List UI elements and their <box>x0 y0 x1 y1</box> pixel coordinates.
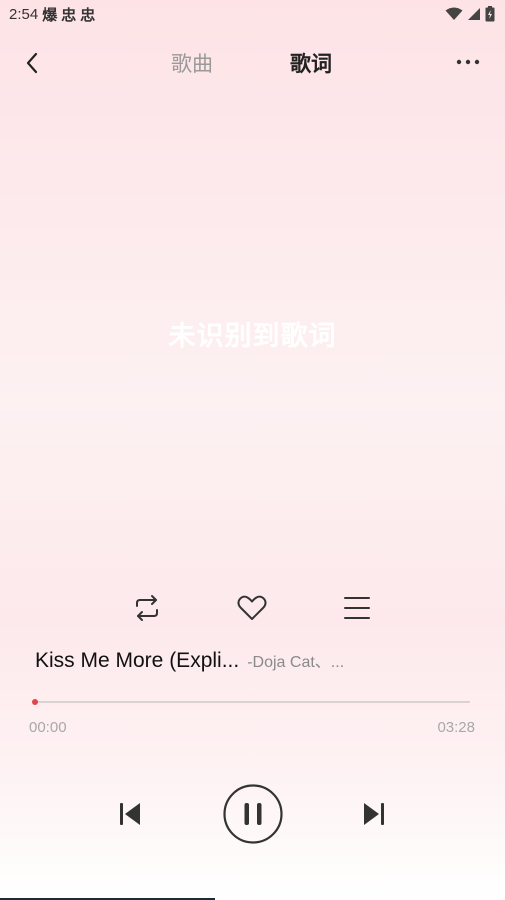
signal-icon <box>468 8 480 20</box>
no-lyrics-message: 未识别到歌词 <box>168 321 337 352</box>
wifi-icon <box>445 7 463 20</box>
battery-icon <box>485 6 495 22</box>
heart-icon <box>237 595 267 620</box>
repeat-icon <box>136 595 158 621</box>
notification-icon: 忠 <box>80 5 96 24</box>
song-artist[interactable]: -Doja Cat、... <box>247 648 344 672</box>
skip-previous-icon <box>120 803 140 825</box>
action-row <box>0 590 505 626</box>
song-title[interactable]: Kiss Me More (Expli... <box>35 649 239 673</box>
notification-icon: 爆 <box>42 5 58 24</box>
repeat-button[interactable] <box>129 590 165 626</box>
back-button[interactable] <box>20 50 46 76</box>
notification-icon: 忠 <box>61 5 77 24</box>
list-icon <box>344 597 370 619</box>
current-time: 00:00 <box>29 719 67 736</box>
song-info: Kiss Me More (Expli... -Doja Cat、... <box>35 648 475 678</box>
status-time: 2:54 <box>9 5 39 23</box>
more-horizontal-icon <box>456 59 480 65</box>
chevron-left-icon <box>26 52 38 74</box>
progress-knob[interactable] <box>32 699 38 705</box>
pause-icon <box>223 784 283 844</box>
status-right <box>445 6 495 22</box>
skip-next-icon <box>364 803 384 825</box>
tab-lyrics[interactable]: 歌词 <box>290 48 332 78</box>
progress-track <box>35 701 470 703</box>
like-button[interactable] <box>234 590 270 626</box>
play-pause-button[interactable] <box>222 783 284 845</box>
previous-button[interactable] <box>117 800 143 828</box>
progress-bar[interactable] <box>32 699 470 705</box>
status-bar: 2:54 爆 忠 忠 <box>0 0 505 28</box>
top-bar: 歌曲 歌词 <box>0 40 505 86</box>
more-button[interactable] <box>455 52 483 72</box>
total-time: 03:28 <box>437 719 475 736</box>
next-button[interactable] <box>361 800 387 828</box>
playlist-button[interactable] <box>339 590 375 626</box>
playback-controls <box>0 783 505 845</box>
tab-song[interactable]: 歌曲 <box>171 48 213 78</box>
status-left: 2:54 爆 忠 忠 <box>9 4 95 25</box>
